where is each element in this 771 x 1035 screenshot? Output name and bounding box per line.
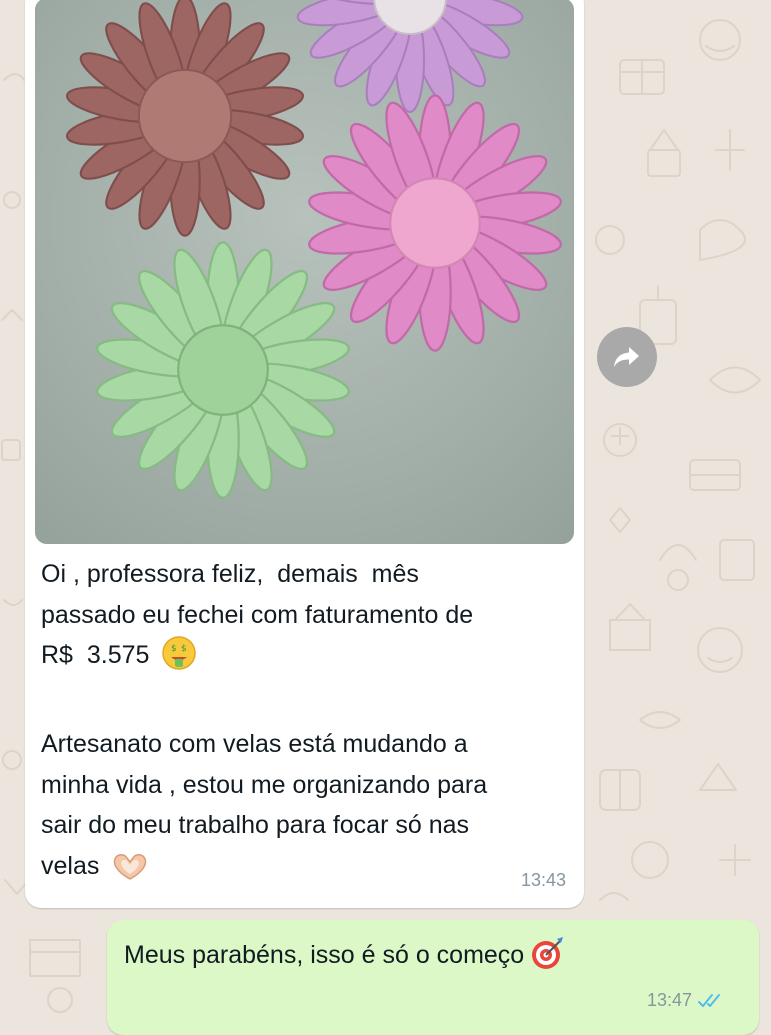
double-check-read-icon <box>698 993 721 1007</box>
message-line: R$ 3.575 <box>41 641 150 669</box>
daisy-soaps-image <box>35 0 574 544</box>
outgoing-message-text: Meus parabéns, isso é só o começo <box>124 936 566 980</box>
message-line: sair do meu trabalho para focar só nas <box>41 811 470 839</box>
message-photo[interactable] <box>35 0 574 544</box>
incoming-message-text: Oi , professora feliz, demais mês passad… <box>41 554 571 894</box>
svg-text:$: $ <box>181 644 187 654</box>
message-timestamp: 13:43 <box>520 870 566 890</box>
forward-button[interactable] <box>597 327 657 387</box>
message-line: Oi , professora feliz, demais mês <box>41 560 419 588</box>
forward-arrow-icon <box>614 347 639 367</box>
message-line: minha vida , estou me organizando para <box>41 770 488 799</box>
message-line: Meus parabéns, isso é só o começo <box>124 941 525 969</box>
direct-hit-emoji <box>530 936 566 980</box>
message-line: velas <box>41 851 100 880</box>
message-line: passado eu fechei com faturamento de <box>41 600 474 629</box>
heart-hands-emoji <box>111 852 149 895</box>
message-line: Artesanato com velas está mudando a <box>41 730 468 758</box>
outgoing-message-bubble[interactable]: Meus parabéns, isso é só o começo 13:47 <box>107 920 759 1035</box>
message-meta: 13:47 <box>647 990 724 1011</box>
money-mouth-face-emoji: $ $ <box>161 635 197 684</box>
svg-text:$: $ <box>171 644 177 654</box>
message-timestamp: 13:47 <box>647 990 693 1010</box>
incoming-message-bubble[interactable]: Oi , professora feliz, demais mês passad… <box>25 0 584 908</box>
